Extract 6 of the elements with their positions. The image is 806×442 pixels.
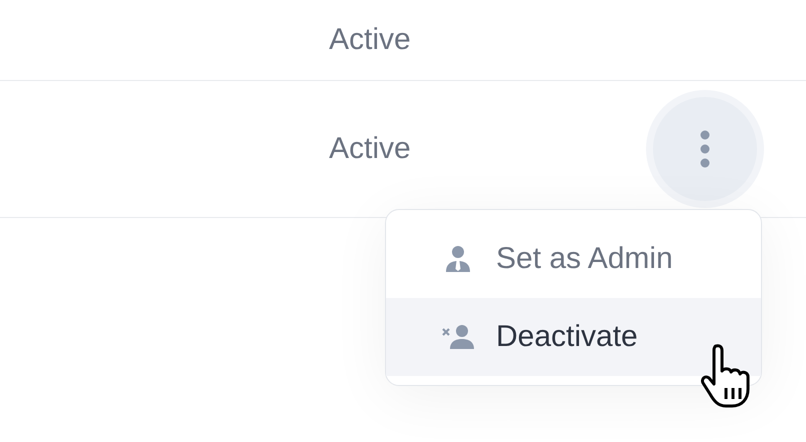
status-text: Active [329, 132, 411, 166]
vertical-dots-icon [700, 130, 710, 168]
status-text: Active [329, 23, 411, 57]
menu-item[interactable]: Set as Admin [386, 220, 761, 298]
menu-item[interactable]: Deactivate [386, 298, 761, 376]
person-remove-icon [442, 324, 474, 350]
